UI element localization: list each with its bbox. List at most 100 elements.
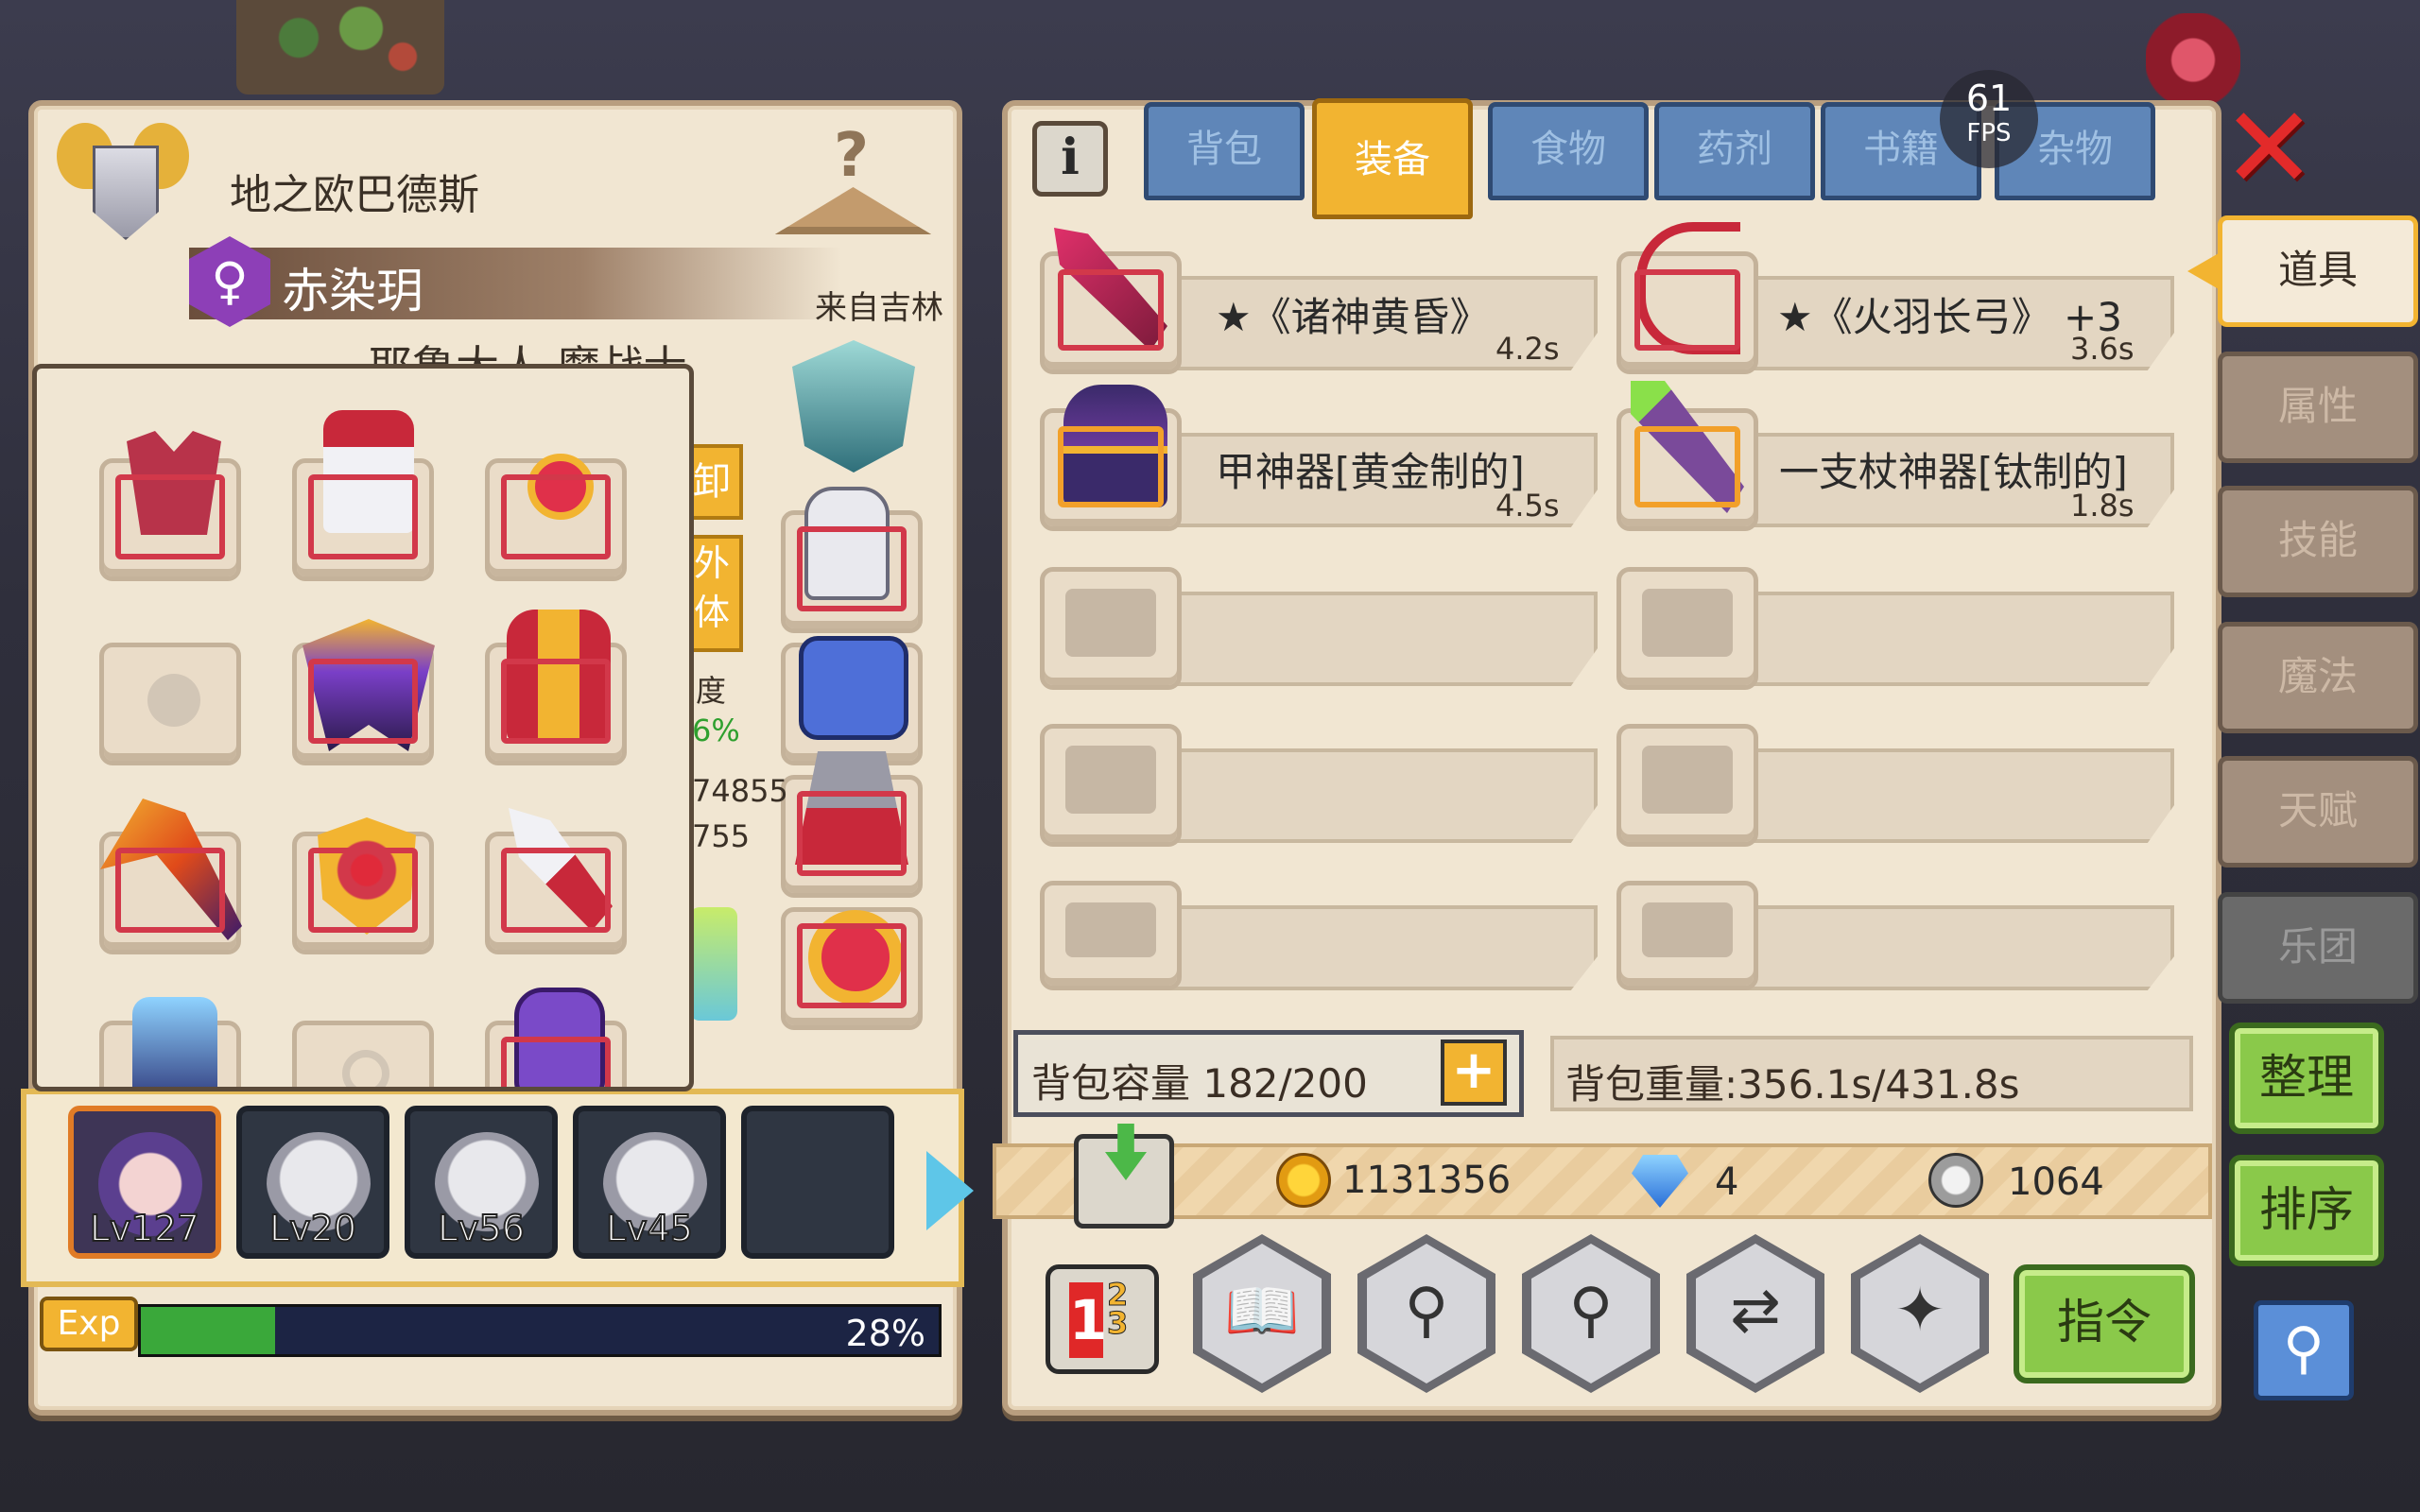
next-party-arrow-icon[interactable] xyxy=(926,1151,974,1230)
member-level: Lv45 xyxy=(605,1207,694,1250)
sort-button[interactable]: 排序 xyxy=(2229,1155,2384,1266)
party-member-4[interactable]: Lv45 xyxy=(573,1106,726,1259)
empty-item-slot[interactable] xyxy=(1616,724,1758,847)
search-button[interactable]: ⚲ xyxy=(2254,1300,2354,1400)
party-member-1[interactable]: Lv127 xyxy=(68,1106,221,1259)
stat-value-2-partial: 755 xyxy=(692,818,751,854)
item-slot-3[interactable] xyxy=(1040,385,1182,531)
equip-slot-8[interactable] xyxy=(292,817,434,954)
equip-slot-9[interactable] xyxy=(485,808,627,954)
expand-capacity-button[interactable]: + xyxy=(1441,1040,1507,1106)
collect-all-button[interactable] xyxy=(1074,1124,1174,1228)
equip-slot-boots[interactable] xyxy=(781,751,923,898)
character-title: 耶鲁大人 魔战士 xyxy=(369,341,687,367)
character-origin: 来自吉林 xyxy=(815,289,943,327)
exp-bar: 28% xyxy=(138,1304,942,1357)
empty-row[interactable] xyxy=(1153,905,1598,990)
empty-item-slot[interactable] xyxy=(1040,724,1182,847)
stat-label-partial: 度 xyxy=(696,673,727,709)
empty-row[interactable] xyxy=(1153,592,1598,686)
tab-food[interactable]: 食物 xyxy=(1488,102,1649,200)
fps-counter: 61 FPS xyxy=(1940,70,2038,168)
heart-amulet-icon xyxy=(527,454,594,520)
character-name: 赤染玥 xyxy=(282,264,424,318)
member-level: Lv56 xyxy=(437,1207,526,1250)
equip-slot-10[interactable] xyxy=(99,997,241,1087)
silver-amount: 1064 xyxy=(2008,1160,2104,1204)
organize-button[interactable]: 整理 xyxy=(2229,1022,2384,1134)
side-tab-band[interactable]: 乐团 xyxy=(2218,892,2418,1004)
guild-crest-icon xyxy=(57,113,189,255)
side-tab-items[interactable]: 道具 xyxy=(2218,215,2418,327)
potion-bottle-icon xyxy=(690,907,737,1021)
stat-percent-partial: 6% xyxy=(692,713,740,748)
equip-slot-6[interactable] xyxy=(485,610,627,765)
empty-item-slot[interactable] xyxy=(1040,567,1182,690)
equip-slot-7[interactable] xyxy=(99,799,242,954)
item-slot-2[interactable] xyxy=(1616,222,1758,374)
command-button[interactable]: 指令 xyxy=(2014,1264,2195,1383)
empty-item-slot[interactable] xyxy=(1616,881,1758,990)
tab-equipment[interactable]: 装备 xyxy=(1312,98,1473,219)
equip-slot-11-empty[interactable] xyxy=(292,1021,434,1087)
crystal-throne-icon xyxy=(132,997,217,1087)
item-slot-4[interactable] xyxy=(1616,381,1758,531)
galaxy-wings-icon xyxy=(302,619,435,751)
armor-artifact-icon xyxy=(1063,385,1167,507)
wardrobe-hanger-icon[interactable]: ? xyxy=(766,121,941,234)
info-button[interactable]: i xyxy=(1032,121,1108,197)
silver-coin-icon xyxy=(1928,1153,1983,1208)
guild-name: 地之欧巴德斯 xyxy=(230,171,479,219)
appearance-label-1: 外 xyxy=(693,542,730,584)
item-time-1: 4.2s xyxy=(1495,331,1560,367)
side-tab-skills[interactable]: 技能 xyxy=(2218,486,2418,597)
tab-potion[interactable]: 药剂 xyxy=(1654,102,1815,200)
search-icon: ⚲ xyxy=(1568,1276,1614,1346)
party-slot-empty[interactable] xyxy=(741,1106,894,1259)
item-slot-1[interactable] xyxy=(1040,228,1182,374)
member-level: Lv127 xyxy=(89,1207,200,1250)
numbered-order-button[interactable]: 1 2 3 xyxy=(1046,1264,1159,1374)
tab-backpack[interactable]: 背包 xyxy=(1144,102,1305,200)
fps-value: 61 xyxy=(1965,77,2013,119)
empty-row[interactable] xyxy=(1730,592,2174,686)
equip-slot-1[interactable] xyxy=(99,431,241,581)
empty-row[interactable] xyxy=(1730,748,2174,843)
party-member-2[interactable]: Lv20 xyxy=(236,1106,389,1259)
empty-item-slot[interactable] xyxy=(1616,567,1758,690)
party-member-3[interactable]: Lv56 xyxy=(405,1106,558,1259)
diamond-amount: 4 xyxy=(1715,1160,1739,1204)
equip-slot-gloves[interactable] xyxy=(781,487,923,633)
equip-slot-accessory[interactable] xyxy=(781,907,923,1030)
purple-fist-icon xyxy=(514,988,605,1087)
book-icon: 📖 xyxy=(1224,1277,1300,1347)
item-time-3: 4.5s xyxy=(1495,488,1560,524)
item-time-4: 1.8s xyxy=(2070,488,2135,524)
side-tab-talent[interactable]: 天赋 xyxy=(2218,756,2418,868)
equip-slot-5[interactable] xyxy=(292,619,435,765)
empty-row[interactable] xyxy=(1730,905,2174,990)
side-tab-magic[interactable]: 魔法 xyxy=(2218,622,2418,733)
equip-slot-12[interactable] xyxy=(485,988,627,1087)
item-name-1: ★《诸神黄昏》 xyxy=(1216,294,1490,340)
crimson-chestplate-icon xyxy=(127,431,221,535)
empty-row[interactable] xyxy=(1153,748,1598,843)
equip-slot-2[interactable] xyxy=(292,410,434,581)
equip-slot-3[interactable] xyxy=(485,454,627,581)
compass-star-icon: ✦ xyxy=(1894,1276,1945,1346)
cloak-placeholder-icon xyxy=(147,674,200,727)
golden-shield-icon xyxy=(318,817,416,935)
flower-cart-decoration xyxy=(236,0,444,94)
ring-placeholder-icon xyxy=(342,1050,389,1087)
equip-slot-4-empty[interactable] xyxy=(99,643,241,765)
magnifier-icon: ⚲ xyxy=(1404,1276,1449,1346)
gold-amount: 1131356 xyxy=(1342,1159,1512,1202)
close-icon[interactable]: ✕ xyxy=(2221,93,2317,206)
jetpack-icon xyxy=(507,610,611,742)
empty-item-slot[interactable] xyxy=(1040,881,1182,990)
side-tab-attributes[interactable]: 属性 xyxy=(2218,352,2418,463)
search-icon: ⚲ xyxy=(2283,1315,2325,1382)
exp-label: Exp xyxy=(40,1297,138,1351)
equip-slot-device[interactable] xyxy=(781,636,923,765)
horned-helmet-icon xyxy=(323,410,414,533)
